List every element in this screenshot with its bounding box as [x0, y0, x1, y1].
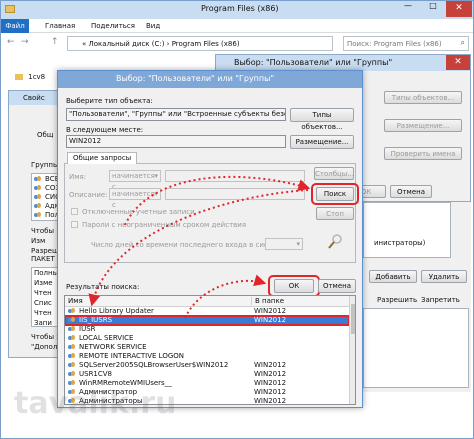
- arrow-to-search: [124, 175, 311, 226]
- watermark: tavalik.ru: [14, 386, 177, 421]
- annotation-arrows: [88, 175, 311, 319]
- arrow-to-result: [88, 189, 309, 307]
- arrow-to-ok: [184, 274, 267, 319]
